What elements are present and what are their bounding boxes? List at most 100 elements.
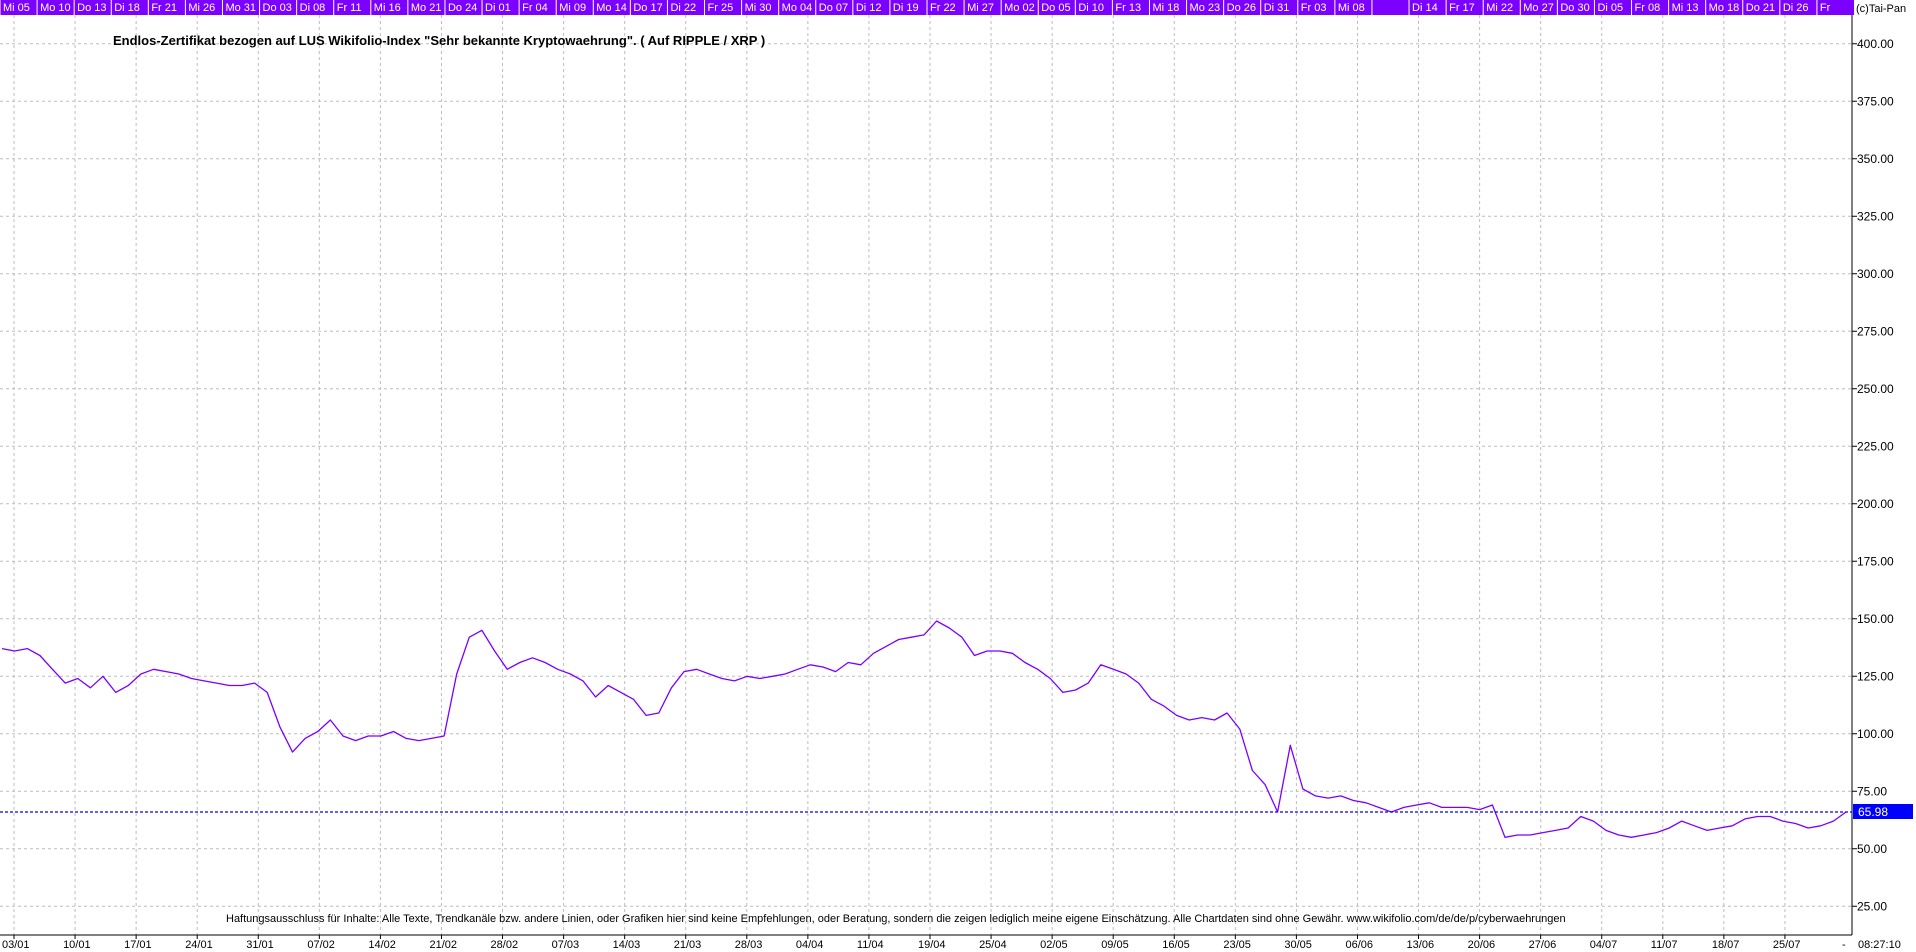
x-tick-label: 14/02 [368,939,396,951]
top-date-label: Fr 11 [337,2,362,14]
x-tick-label: 24/01 [185,939,213,951]
top-date-label: Fr 17 [1449,2,1475,14]
x-tick-label: 30/05 [1284,939,1312,951]
top-date-label: Mi 05 [3,2,30,14]
top-date-label: Do 05 [1041,2,1070,14]
x-tick-label: 11/07 [1651,939,1678,951]
y-tick-label: 350.00 [1857,152,1894,166]
top-date-label: Fr [1820,2,1831,14]
x-tick-label: 07/03 [552,939,580,951]
top-date-label: Mo 21 [411,2,442,14]
x-tick-label: 16/05 [1162,939,1190,951]
y-tick-label: 400.00 [1857,37,1894,51]
top-date-label: Fr 22 [930,2,956,14]
top-date-label: Do 26 [1227,2,1256,14]
y-tick-label: 100.00 [1857,727,1894,741]
top-date-label: Do 13 [77,2,106,14]
top-date-label: Mi 30 [745,2,772,14]
top-date-label: Mi 27 [967,2,994,14]
x-tick-label: 09/05 [1101,939,1129,951]
top-date-label: Mo 04 [782,2,813,14]
y-tick-label: 275.00 [1857,324,1894,338]
x-tick-label: 20/06 [1468,939,1496,951]
x-tick-label: 19/04 [918,939,946,951]
y-tick-label: 75.00 [1857,784,1887,798]
top-date-label: Fr 25 [708,2,734,14]
top-date-label: Fr 03 [1301,2,1327,14]
x-tick-label: 25/07 [1773,939,1801,951]
y-tick-label: 125.00 [1857,669,1894,683]
x-tick-label: 11/04 [857,939,884,951]
disclaimer-footnote: Haftungsausschluss für Inhalte: Alle Tex… [226,913,1566,925]
top-date-label: Fr 21 [151,2,177,14]
price-chart: Mi 05 Mo 10 Do 13 Di 18 Fr 21 Mi 26 Mo 31 Do 03… [0,0,1916,952]
top-date-label: Di 05 [1597,2,1623,14]
top-date-label: Do 24 [448,2,477,14]
x-tick-label: 02/05 [1040,939,1068,951]
top-date-label: Do 17 [633,2,662,14]
y-tick-label: 25.00 [1857,899,1887,913]
corner-dash: - [1842,939,1846,951]
top-date-label: Di 10 [1078,2,1104,14]
top-date-label: Di 19 [893,2,919,14]
y-tick-label: 150.00 [1857,612,1894,626]
x-tick-label: 28/03 [735,939,763,951]
top-date-label: Mi 26 [188,2,215,14]
y-tick-label: 250.00 [1857,382,1894,396]
x-tick-label: 25/04 [979,939,1007,951]
copyright-label: (c)Tai-Pan [1856,3,1906,15]
top-date-label: Mo 23 [1190,2,1221,14]
x-tick-label: 27/06 [1529,939,1557,951]
top-date-label: Di 12 [856,2,882,14]
top-date-label: Di 01 [485,2,511,14]
top-date-label: Mi 09 [559,2,586,14]
x-tick-label: 21/03 [674,939,702,951]
top-date-label: Do 03 [263,2,292,14]
x-tick-label: 13/06 [1407,939,1435,951]
x-tick-label: 06/06 [1345,939,1373,951]
x-tick-label: 18/07 [1712,939,1740,951]
x-tick-label: 04/07 [1590,939,1618,951]
x-tick-label: 31/01 [246,939,274,951]
top-date-label: Mi 22 [1486,2,1513,14]
top-date-label: Mi 13 [1672,2,1699,14]
x-tick-label: 23/05 [1223,939,1251,951]
x-tick-label: 07/02 [307,939,335,951]
top-date-label: Fr 13 [1115,2,1141,14]
top-date-label: Di 26 [1783,2,1809,14]
plot-background [0,0,1916,952]
x-tick-label: 14/03 [613,939,641,951]
y-tick-label: 325.00 [1857,209,1894,223]
top-date-label: Mo 14 [596,2,627,14]
top-date-label: Do 21 [1746,2,1775,14]
chart-title: Endlos-Zertifikat bezogen auf LUS Wikifo… [113,33,765,48]
y-tick-label: 200.00 [1857,497,1894,511]
x-tick-label: 28/02 [491,939,519,951]
top-date-label: Mo 27 [1523,2,1554,14]
top-date-label: Mi 08 [1338,2,1365,14]
y-tick-label: 300.00 [1857,267,1894,281]
x-tick-label: 03/01 [2,939,30,951]
x-tick-label: 04/04 [796,939,824,951]
top-date-label: Di 18 [114,2,140,14]
top-date-label: Mo 31 [225,2,256,14]
x-tick-label: 10/01 [63,939,91,951]
top-date-label: Do 07 [819,2,848,14]
y-tick-label: 50.00 [1857,842,1887,856]
top-date-label: Mi 16 [374,2,401,14]
top-date-label: Di 31 [1264,2,1290,14]
last-value-label: 65.98 [1858,805,1888,819]
x-tick-label: 21/02 [429,939,457,951]
y-tick-label: 175.00 [1857,554,1894,568]
x-tick-label: 17/01 [124,939,152,951]
y-tick-label: 225.00 [1857,439,1894,453]
top-date-label: Di 22 [670,2,696,14]
top-date-label: Di 08 [300,2,326,14]
top-date-label: Di 14 [1412,2,1438,14]
top-date-label: Mo 18 [1709,2,1740,14]
top-date-label: Mo 10 [40,2,71,14]
top-date-label: Do 30 [1560,2,1589,14]
top-date-label: Fr 04 [522,2,548,14]
time-label: 08:27:10 [1858,939,1901,951]
top-date-label: Mo 02 [1004,2,1035,14]
